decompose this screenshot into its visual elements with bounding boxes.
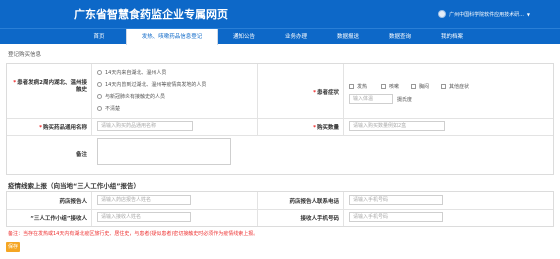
pharmacy-reporter-label: 药店报告人 xyxy=(59,199,87,205)
pharmacy-reporter-input[interactable]: 请输入药店报告人姓名 xyxy=(97,195,191,205)
checkbox-icon xyxy=(381,84,386,89)
pharmacy-phone-label: 药店报告人联系电话 xyxy=(289,199,339,205)
page-title: 广东省智慧食药监企业专属网页 xyxy=(74,8,228,21)
nav-item-my-profile[interactable]: 我的档案 xyxy=(426,29,478,45)
symptom-cough-checkbox[interactable]: 咳嗽 xyxy=(381,83,399,90)
checkbox-icon xyxy=(411,84,416,89)
chevron-down-icon: ▼ xyxy=(526,11,530,17)
temperature-unit: 摄氏度 xyxy=(397,97,413,103)
row-divider xyxy=(7,118,553,119)
travel-option-1[interactable]: 14天内来自湖北、温州人员 xyxy=(97,69,166,76)
travel-option-4[interactable]: 不清楚 xyxy=(97,105,120,112)
radio-icon xyxy=(97,94,102,99)
group-receiver-input[interactable]: 请输入接收人姓名 xyxy=(97,212,191,222)
nav-item-business[interactable]: 业务办理 xyxy=(270,29,322,45)
temperature-input[interactable]: 输入体温 xyxy=(349,94,393,104)
row-divider xyxy=(7,135,553,136)
symptom-label: *患者症状 xyxy=(313,90,339,96)
col-divider xyxy=(343,192,344,226)
remarks-label: 备注 xyxy=(75,152,87,158)
receiver-phone-input[interactable]: 请输入手机号码 xyxy=(349,212,443,222)
col-divider xyxy=(257,192,258,226)
quantity-input[interactable]: 请输入购买数量例如2盒 xyxy=(349,121,445,131)
travel-option-2[interactable]: 14天内曾到过湖北、温州等疫情高发地的人员 xyxy=(97,81,206,88)
drug-name-label: *购买药品通用名称 xyxy=(39,125,87,131)
symptom-chest-checkbox[interactable]: 胸闷 xyxy=(411,83,429,90)
quantity-label: *购买数量 xyxy=(313,125,339,131)
nav-item-data-query[interactable]: 数据查询 xyxy=(374,29,426,45)
nav-item-notices[interactable]: 通知公告 xyxy=(218,29,270,45)
radio-icon xyxy=(97,82,102,87)
checkbox-icon xyxy=(349,84,354,89)
radio-icon xyxy=(97,70,102,75)
col-divider xyxy=(257,64,258,135)
nav-item-data-report[interactable]: 数据报送 xyxy=(322,29,374,45)
col-divider xyxy=(91,64,92,135)
nav-item-drug-registration[interactable]: 发热、咳嗽药品信息登记 xyxy=(126,29,218,45)
purchase-form: *患者发病2周内湖北、温州接触史 14天内来自湖北、温州人员 14天内曾到过湖北… xyxy=(6,63,554,175)
col-divider xyxy=(343,64,344,135)
main-nav: 首页 发热、咳嗽药品信息登记 通知公告 业务办理 数据报送 数据查询 我的档案 xyxy=(0,28,560,45)
save-button[interactable]: 保存 xyxy=(6,242,20,252)
symptom-other-checkbox[interactable]: 其他症状 xyxy=(441,83,469,90)
drug-name-input[interactable]: 请输入购买药品通用名称 xyxy=(97,121,193,131)
user-name: 广州中国科学院软件应用技术研... xyxy=(449,11,524,18)
user-menu[interactable]: 广州中国科学院软件应用技术研... ▼ xyxy=(438,10,530,18)
nav-item-home[interactable]: 首页 xyxy=(72,29,126,45)
col-divider xyxy=(91,192,92,226)
group-receiver-label: “三人工作小组”接收人 xyxy=(30,216,87,222)
epidemic-section-title: 疫情线索上报（向当地“三人工作小组”报告） xyxy=(8,182,141,190)
row-divider xyxy=(7,209,553,210)
epidemic-form: 药店报告人 请输入药店报告人姓名 药店报告人联系电话 请输入手机号码 “三人工作… xyxy=(6,191,554,227)
receiver-phone-label: 接收人手机号码 xyxy=(300,216,339,222)
travel-option-3[interactable]: 与新冠肺炎有接触史的人员 xyxy=(97,93,165,100)
avatar xyxy=(438,10,447,18)
remarks-textarea[interactable] xyxy=(97,138,231,165)
section-label: 登记购买信息 xyxy=(8,52,42,58)
travel-history-label: *患者发病2周内湖北、温州接触史 xyxy=(13,80,87,93)
app-header: 广东省智慧食药监企业专属网页 广州中国科学院软件应用技术研... ▼ xyxy=(0,0,560,28)
checkbox-icon xyxy=(441,84,446,89)
pharmacy-phone-input[interactable]: 请输入手机号码 xyxy=(349,195,443,205)
symptom-fever-checkbox[interactable]: 发热 xyxy=(349,83,367,90)
radio-icon xyxy=(97,106,102,111)
report-note: 备注：当存在发热或14天内有湖北疫区旅行史、居住史，与患者(疑似患者)密切接触史… xyxy=(8,231,259,237)
